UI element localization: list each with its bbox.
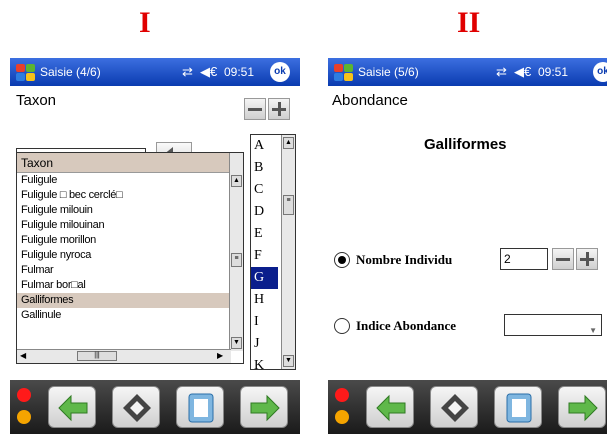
radio-indice-abondance-label[interactable]: Indice Abondance [356, 318, 456, 334]
arrow-left-green-icon-2 [376, 394, 406, 422]
next-button-2[interactable] [558, 386, 606, 428]
connectivity-icon[interactable]: ⇄ [182, 64, 193, 80]
list-item[interactable]: Galliformes [17, 293, 229, 308]
taxon-list-vscroll[interactable]: ▲ ≡ ▼ [229, 153, 243, 351]
radio-nombre-individu[interactable] [334, 252, 350, 268]
alphabet-letter[interactable]: C [251, 179, 278, 201]
windows-start-icon[interactable] [14, 62, 36, 82]
traffic-light-icon[interactable] [16, 386, 34, 430]
page-heading-2: Abondance [332, 92, 408, 109]
home-button[interactable] [112, 386, 160, 428]
alpha-scroll-up-icon[interactable]: ▲ [283, 137, 294, 149]
alphabet-letter[interactable]: B [251, 157, 278, 179]
taxon-list-panel[interactable]: Taxon Fuligule Fuligule □ bec cerclé□ Fuli… [16, 152, 244, 364]
list-item[interactable]: Fuligule milouin [17, 203, 229, 218]
label-ii: II [457, 6, 481, 39]
scroll-thumb[interactable]: ≡ [231, 253, 242, 267]
volume-icon-2[interactable]: ◀€ [514, 64, 531, 80]
alphabet-letter[interactable]: G [251, 267, 278, 289]
list-item[interactable]: Fuligule [17, 173, 229, 188]
notes-button-2[interactable] [494, 386, 542, 428]
alphabet-letter[interactable]: F [251, 245, 278, 267]
chevron-down-icon[interactable]: ▼ [589, 321, 597, 341]
count-input[interactable]: 2 [500, 248, 548, 270]
volume-icon[interactable]: ◀€ [200, 64, 217, 80]
taxon-list-items: Fuligule Fuligule □ bec cerclé□ Fuligule m… [17, 173, 229, 323]
list-item[interactable]: Fuligule milouinan [17, 218, 229, 233]
document-icon [188, 393, 214, 423]
alpha-scroll-down-icon[interactable]: ▼ [283, 355, 294, 367]
document-icon-2 [506, 393, 532, 423]
home-icon [123, 394, 151, 422]
title-bar-2: Saisie (5/6) ⇄ ◀€ 09:51 ok [328, 58, 607, 86]
abundance-dropdown[interactable]: ▼ [504, 314, 602, 336]
clock[interactable]: 09:51 [224, 65, 254, 79]
scroll-up-icon[interactable]: ▲ [231, 175, 242, 187]
traffic-light-icon-2[interactable] [334, 386, 352, 430]
alphabet-letter[interactable]: J [251, 333, 278, 355]
alphabet-vscroll[interactable]: ▲ ≡ ▼ [281, 135, 295, 369]
home-button-2[interactable] [430, 386, 478, 428]
ok-button-2[interactable]: ok [593, 62, 607, 82]
scroll-down-icon[interactable]: ▼ [231, 337, 242, 349]
ok-button[interactable]: ok [270, 62, 290, 82]
list-item[interactable]: Gallinule [17, 308, 229, 323]
arrow-right-green-icon-2 [568, 394, 598, 422]
label-i: I [139, 6, 151, 39]
decrement-button[interactable] [552, 248, 574, 270]
alphabet-letter[interactable]: K [251, 355, 278, 369]
notes-button[interactable] [176, 386, 224, 428]
window-title-2: Saisie (5/6) [358, 65, 419, 79]
title-bar: Saisie (4/6) ⇄ ◀€ 09:51 ok [10, 58, 300, 86]
alphabet-letter[interactable]: H [251, 289, 278, 311]
zoom-in-button[interactable] [268, 98, 290, 120]
taxon-list-hscroll[interactable]: ◀ ||| ▶ [17, 349, 231, 363]
scroll-left-icon[interactable]: ◀ [20, 351, 26, 360]
list-item[interactable]: Fuligule nyroca [17, 248, 229, 263]
scroll-right-icon[interactable]: ▶ [217, 351, 223, 360]
list-item[interactable]: Fulmar [17, 263, 229, 278]
alpha-scroll-thumb[interactable]: ≡ [283, 195, 294, 215]
arrow-left-green-icon [58, 394, 88, 422]
radio-nombre-individu-label[interactable]: Nombre Individu [356, 252, 452, 268]
connectivity-icon-2[interactable]: ⇄ [496, 64, 507, 80]
radio-indice-abondance[interactable] [334, 318, 350, 334]
alphabet-letter[interactable]: I [251, 311, 278, 333]
list-item[interactable]: Fuligule □ bec cerclé□ [17, 188, 229, 203]
screen-abondance: Saisie (5/6) ⇄ ◀€ 09:51 ok Abondance Gal… [328, 58, 607, 434]
hscroll-thumb[interactable]: ||| [77, 351, 117, 361]
list-item[interactable]: Fuligule morillon [17, 233, 229, 248]
alphabet-index[interactable]: ABCDEFGHIJK ▲ ≡ ▼ [250, 134, 296, 370]
bottom-toolbar-2 [328, 380, 607, 434]
zoom-out-button[interactable] [244, 98, 266, 120]
clock-2[interactable]: 09:51 [538, 65, 568, 79]
list-item[interactable]: Fulmar bor□al [17, 278, 229, 293]
next-button[interactable] [240, 386, 288, 428]
taxon-name: Galliformes [424, 136, 507, 153]
alphabet-letter[interactable]: A [251, 135, 278, 157]
previous-button[interactable] [48, 386, 96, 428]
taxon-list-header[interactable]: Taxon [17, 153, 229, 173]
screen-taxon: Saisie (4/6) ⇄ ◀€ 09:51 ok Taxon G Taxon… [10, 58, 300, 434]
arrow-right-green-icon [250, 394, 280, 422]
home-icon-2 [441, 394, 469, 422]
alphabet-letter[interactable]: E [251, 223, 278, 245]
page-heading: Taxon [16, 92, 57, 109]
window-title: Saisie (4/6) [40, 65, 101, 79]
windows-start-icon-2[interactable] [332, 62, 354, 82]
increment-button[interactable] [576, 248, 598, 270]
alphabet-letter[interactable]: D [251, 201, 278, 223]
bottom-toolbar [10, 380, 300, 434]
previous-button-2[interactable] [366, 386, 414, 428]
